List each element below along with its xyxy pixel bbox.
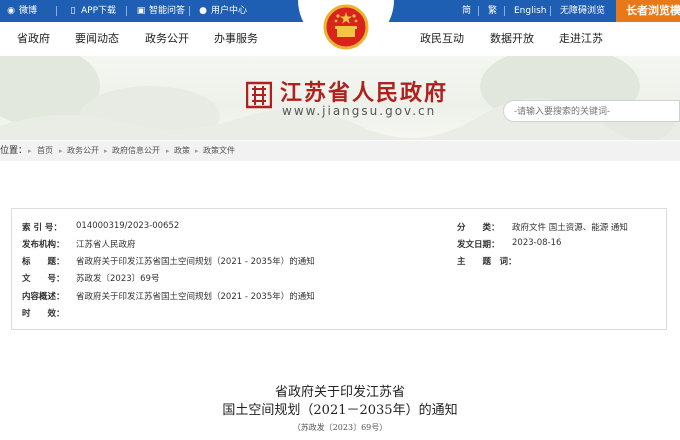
site-url: www.jiangsu.gov.cn (282, 104, 437, 118)
document-number-value: 苏政发〔2023〕69号 (76, 274, 160, 284)
smart-qa-label: 智能问答 (149, 6, 186, 16)
breadcrumb-label: 位置： (0, 146, 28, 156)
nav-item-news[interactable]: 要闻动态 (75, 22, 119, 56)
app-download-link[interactable]: ▯ APP下载 (68, 0, 117, 22)
english-link[interactable]: English (514, 0, 547, 22)
validity-label: 时 效： (22, 309, 65, 319)
nav-item-open-data[interactable]: 数据开放 (490, 22, 534, 56)
document-number: （苏政发〔2023〕69号） (292, 423, 388, 432)
divider (478, 6, 479, 16)
accessible-browsing-link[interactable]: 无障碍浏览 (560, 0, 605, 22)
phone-icon: ▯ (70, 6, 76, 16)
breadcrumb-item-info-disclosure[interactable]: 政府信息公开 (112, 141, 160, 161)
category-value: 政府文件 国土资源、能源 通知 (512, 223, 628, 233)
index-number-label: 索 引 号： (22, 223, 62, 233)
weibo-label: 微博 (19, 6, 38, 16)
summary-value: 省政府关于印发江苏省国土空间规划（2021 - 2035年）的通知 (76, 292, 315, 302)
breadcrumb-item-open-government[interactable]: 政务公开 (67, 141, 99, 161)
divider (550, 6, 551, 16)
site-title: 江苏省人民政府 (280, 80, 449, 106)
issue-date-value: 2023-08-16 (512, 238, 562, 248)
simplified-chinese-link[interactable]: 简 (462, 0, 471, 22)
title-value: 省政府关于印发江苏省国土空间规划（2021 - 2035年）的通知 (76, 257, 315, 267)
nav-item-services[interactable]: 办事服务 (214, 22, 258, 56)
weibo-link[interactable]: ◉ 微博 (6, 0, 37, 22)
issue-date-label: 发文日期： (457, 240, 500, 250)
chevron-right-icon: ▸ (59, 147, 63, 155)
issuer-value: 江苏省人民政府 (76, 240, 136, 250)
document-metadata-table: 索 引 号： 014000319/2023-00652 分 类： 政府文件 国土… (11, 208, 667, 330)
jiangsu-logo-icon (246, 81, 272, 109)
document-title-line-2: 国土空间规划（2021－2035年）的通知 (222, 403, 458, 418)
title-label: 标 题： (22, 257, 65, 267)
subject-words-label: 主 题 词： (457, 257, 517, 267)
category-label: 分 类： (457, 223, 500, 233)
index-number-value: 014000319/2023-00652 (76, 221, 180, 231)
chevron-right-icon: ▸ (166, 147, 170, 155)
user-center-link[interactable]: ● 用户中心 (198, 0, 247, 22)
document-number-label: 文 号： (22, 274, 65, 284)
elder-mode-button[interactable]: 长者浏览模 (616, 0, 680, 22)
breadcrumb-item-policy-documents[interactable]: 政策文件 (203, 141, 235, 161)
divider (504, 6, 505, 16)
traditional-chinese-link[interactable]: 繁 (488, 0, 497, 22)
summary-label: 内容概述： (22, 292, 65, 302)
user-center-label: 用户中心 (211, 6, 248, 16)
divider (189, 6, 190, 16)
app-download-label: APP下载 (81, 6, 117, 16)
chevron-right-icon: ▸ (104, 147, 108, 155)
user-icon: ● (199, 6, 207, 16)
nav-item-provincial-government[interactable]: 省政府 (17, 22, 50, 56)
nav-item-interaction[interactable]: 政民互动 (420, 22, 464, 56)
robot-icon: ▣ (136, 6, 146, 16)
issuer-label: 发布机构： (22, 240, 65, 250)
divider (126, 6, 127, 16)
chevron-right-icon: ▸ (28, 147, 32, 155)
nav-item-open-government[interactable]: 政务公开 (145, 22, 189, 56)
nav-item-about-jiangsu[interactable]: 走进江苏 (559, 22, 603, 56)
document-title-line-1: 省政府关于印发江苏省 (274, 385, 405, 400)
smart-qa-link[interactable]: ▣ 智能问答 (136, 0, 185, 22)
breadcrumb: 位置： ▸ 首页 ▸ 政务公开 ▸ 政府信息公开 ▸ 政策 ▸ 政策文件 (0, 141, 680, 161)
breadcrumb-item-home[interactable]: 首页 (37, 141, 53, 161)
national-emblem-icon (323, 4, 369, 50)
search-input[interactable] (503, 100, 680, 122)
breadcrumb-item-policy[interactable]: 政策 (174, 141, 190, 161)
weibo-icon: ◉ (7, 6, 15, 16)
chevron-right-icon: ▸ (195, 147, 199, 155)
divider (56, 6, 57, 16)
